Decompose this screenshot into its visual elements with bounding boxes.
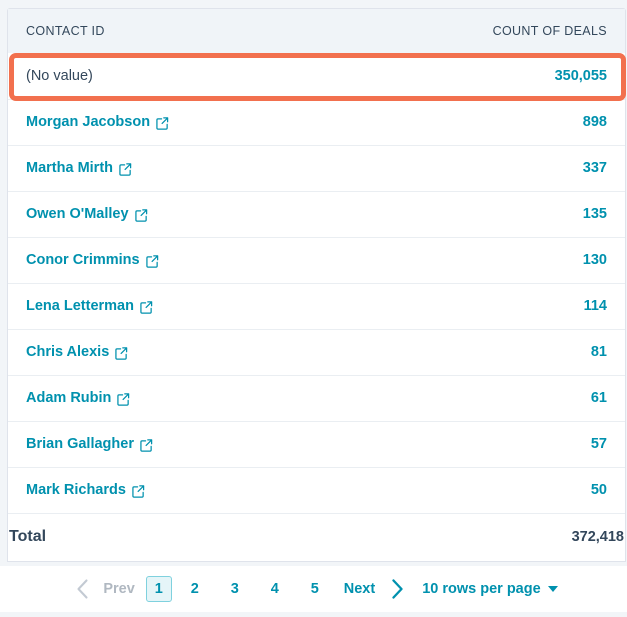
pagination-bar: Prev 1 2 3 4 5 Next 10 rows per page: [0, 566, 627, 612]
total-label: Total: [8, 512, 317, 561]
pagination-page-4[interactable]: 4: [255, 581, 295, 597]
table-row: Adam Rubin 61: [8, 374, 625, 421]
pagination-page-2[interactable]: 2: [175, 581, 215, 597]
table-header-row: CONTACT ID COUNT OF DEALS: [8, 9, 625, 53]
cell-contact-id: Adam Rubin: [8, 374, 317, 421]
contact-name: Lena Letterman: [26, 298, 134, 314]
table-row: Mark Richards 50: [8, 466, 625, 513]
chevron-right-icon[interactable]: [384, 576, 410, 602]
contact-name: Morgan Jacobson: [26, 114, 151, 130]
contact-name: Conor Crimmins: [26, 252, 140, 268]
chevron-left-icon[interactable]: [69, 576, 95, 602]
cell-contact-id: Mark Richards: [8, 466, 317, 513]
cell-count-of-deals: 57: [316, 420, 625, 467]
contact-name: Chris Alexis: [26, 344, 110, 360]
table-row: Conor Crimmins 130: [8, 236, 625, 283]
cell-contact-id: Conor Crimmins: [8, 236, 317, 283]
cell-count-of-deals: 50: [316, 466, 625, 513]
cell-contact-id: (No value): [8, 53, 317, 99]
external-link-icon: [132, 484, 145, 498]
rows-per-page-selector[interactable]: 10 rows per page: [422, 581, 558, 597]
cell-contact-id: Morgan Jacobson: [8, 98, 317, 145]
cell-contact-id: Lena Letterman: [8, 282, 317, 329]
external-link-icon: [156, 116, 169, 130]
external-link-icon: [140, 438, 153, 452]
table-header: CONTACT ID COUNT OF DEALS: [8, 9, 625, 53]
table-row: Brian Gallagher 57: [8, 420, 625, 467]
cell-contact-id: Owen O'Malley: [8, 190, 317, 237]
pagination-page-1[interactable]: 1: [145, 576, 172, 602]
contact-link[interactable]: Chris Alexis: [26, 344, 128, 360]
cell-count-of-deals: 114: [316, 282, 625, 329]
external-link-icon: [140, 300, 153, 314]
cell-count-of-deals: 350,055: [554, 67, 607, 84]
contact-link[interactable]: Adam Rubin: [26, 390, 130, 406]
contact-link[interactable]: Lena Letterman: [26, 298, 153, 314]
contact-link[interactable]: Owen O'Malley: [26, 206, 148, 222]
cell-count-of-deals: 81: [316, 328, 625, 375]
pagination-page-5[interactable]: 5: [295, 581, 335, 597]
contact-name: Adam Rubin: [26, 390, 112, 406]
contact-name: (No value): [26, 67, 93, 84]
contact-name: Brian Gallagher: [26, 436, 134, 452]
external-link-icon: [134, 208, 148, 222]
contact-link[interactable]: Conor Crimmins: [26, 252, 159, 268]
column-header-count-of-deals[interactable]: COUNT OF DEALS: [317, 9, 626, 53]
total-count: 372,418: [316, 512, 625, 561]
cell-count-of-deals: 898: [316, 98, 625, 145]
contact-name: Owen O'Malley: [26, 206, 129, 222]
pagination-controls: Prev 1 2 3 4 5 Next 10 rows per page: [69, 576, 558, 602]
contact-link[interactable]: Morgan Jacobson: [26, 114, 169, 130]
contact-name: Mark Richards: [26, 482, 126, 498]
table-row: Owen O'Malley 135: [8, 190, 625, 237]
contact-link[interactable]: Mark Richards: [26, 482, 145, 498]
cell-contact-id: Brian Gallagher: [8, 420, 317, 467]
external-link-icon: [145, 254, 159, 268]
cell-count-of-deals: 130: [316, 236, 625, 283]
pagination-prev[interactable]: Prev: [95, 581, 142, 597]
table-row: Morgan Jacobson 898: [8, 98, 625, 145]
table-row: Martha Mirth 337: [8, 144, 625, 191]
table-row: Lena Letterman 114: [8, 282, 625, 329]
table-row: Chris Alexis 81: [8, 328, 625, 375]
rows-per-page-label: 10 rows per page: [422, 581, 541, 597]
column-header-contact-id[interactable]: CONTACT ID: [8, 9, 317, 53]
pagination-page-3[interactable]: 3: [215, 581, 255, 597]
table-row: (No value) 350,055: [8, 53, 625, 99]
contact-link[interactable]: Brian Gallagher: [26, 436, 153, 452]
contacts-deals-table: CONTACT ID COUNT OF DEALS (No value) 350,…: [8, 9, 625, 561]
table-card: CONTACT ID COUNT OF DEALS (No value) 350,…: [7, 8, 626, 562]
external-link-icon: [115, 346, 128, 360]
table-footer: Total 372,418: [8, 512, 625, 561]
table-body: (No value) 350,055 Morgan Jacobson 898 Marth…: [8, 53, 625, 513]
cell-count-of-deals: 337: [316, 144, 625, 191]
contact-name: Martha Mirth: [26, 160, 113, 176]
report-table-screen: CONTACT ID COUNT OF DEALS (No value) 350,…: [0, 0, 627, 617]
total-row: Total 372,418: [8, 512, 625, 561]
pagination-next[interactable]: Next: [335, 581, 384, 597]
cell-count-of-deals: 135: [316, 190, 625, 237]
contact-link[interactable]: Martha Mirth: [26, 160, 132, 176]
external-link-icon: [119, 162, 132, 176]
caret-down-icon: [547, 586, 558, 592]
cell-contact-id: Martha Mirth: [8, 144, 317, 191]
cell-contact-id: Chris Alexis: [8, 328, 317, 375]
external-link-icon: [117, 392, 130, 406]
cell-count-of-deals: 61: [316, 374, 625, 421]
